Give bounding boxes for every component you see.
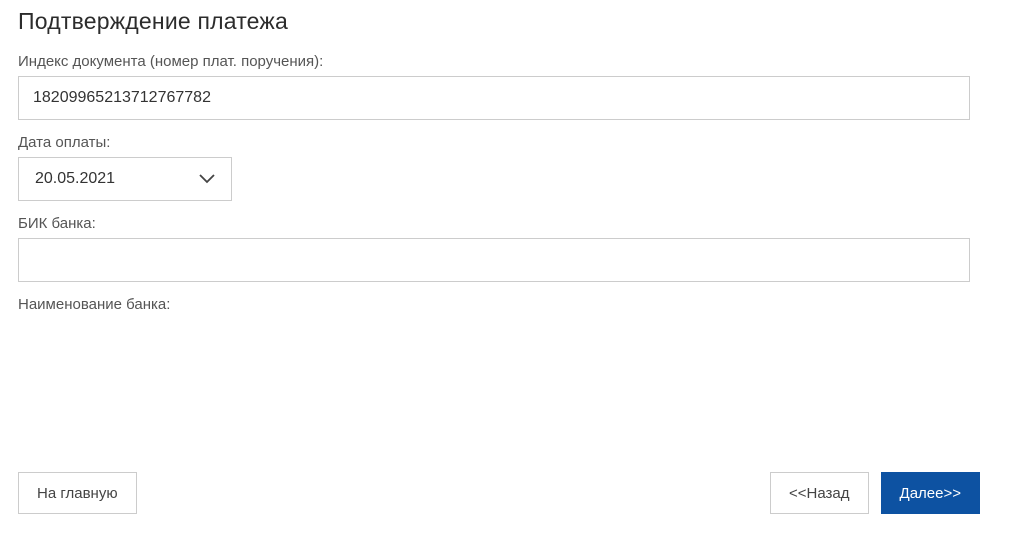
document-index-input[interactable] bbox=[18, 76, 970, 120]
next-button[interactable]: Далее>> bbox=[881, 472, 980, 514]
bank-bik-label: БИК банка: bbox=[18, 215, 1014, 232]
payment-date-select[interactable]: 20.05.2021 bbox=[18, 157, 232, 201]
document-index-label: Индекс документа (номер плат. поручения)… bbox=[18, 53, 1014, 70]
payment-date-value: 20.05.2021 bbox=[35, 170, 115, 188]
bank-name-label: Наименование банка: bbox=[18, 296, 1014, 313]
field-bank-name: Наименование банка: bbox=[18, 296, 1014, 313]
back-button[interactable]: <<Назад bbox=[770, 472, 869, 514]
button-row: На главную <<Назад Далее>> bbox=[18, 472, 980, 514]
bank-bik-input[interactable] bbox=[18, 238, 970, 282]
payment-date-label: Дата оплаты: bbox=[18, 134, 1014, 151]
field-payment-date: Дата оплаты: 20.05.2021 bbox=[18, 134, 1014, 201]
page-title: Подтверждение платежа bbox=[18, 8, 1014, 35]
field-document-index: Индекс документа (номер плат. поручения)… bbox=[18, 53, 1014, 120]
home-button[interactable]: На главную bbox=[18, 472, 137, 514]
nav-buttons: <<Назад Далее>> bbox=[770, 472, 980, 514]
chevron-down-icon bbox=[199, 174, 215, 184]
field-bank-bik: БИК банка: bbox=[18, 215, 1014, 282]
